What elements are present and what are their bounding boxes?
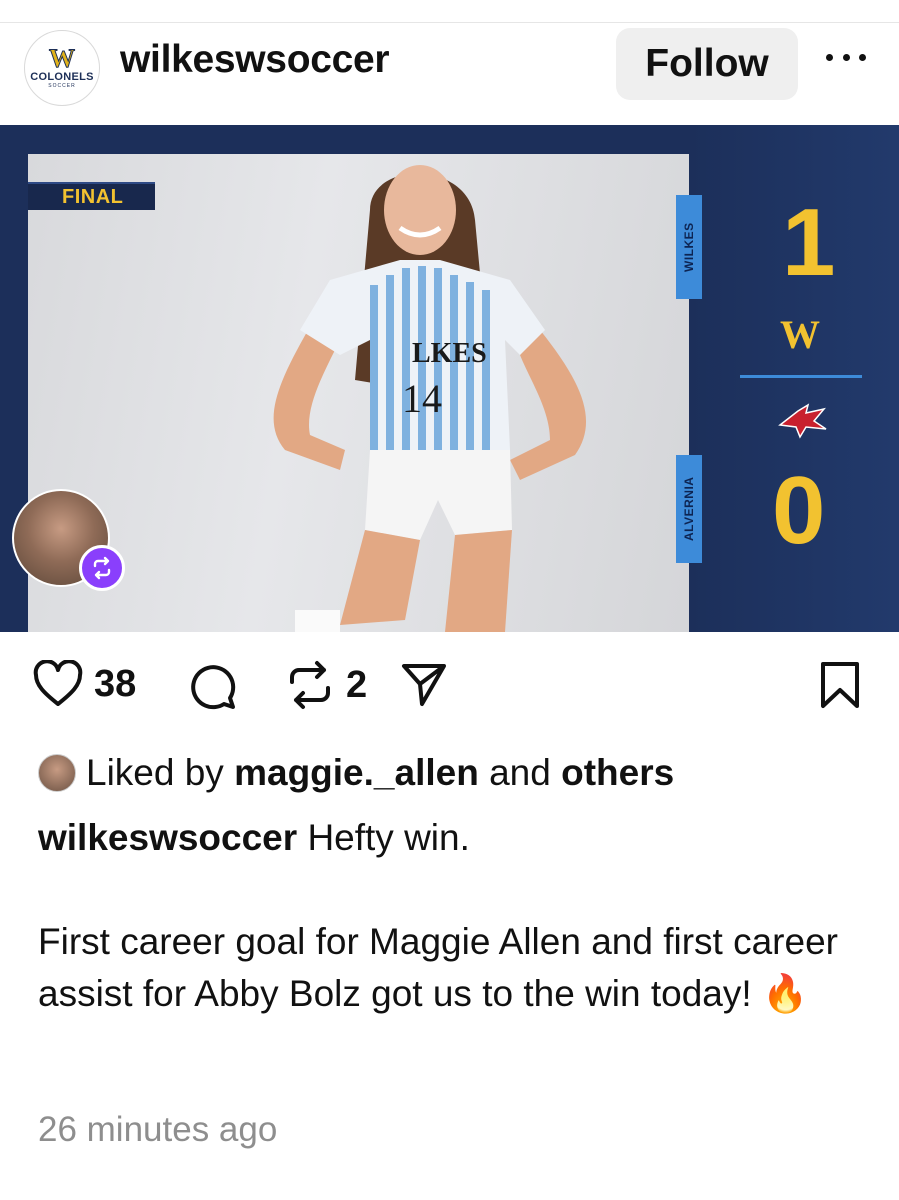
comment-icon[interactable] xyxy=(186,660,238,710)
post-header: W COLONELS SOCCER wilkeswsoccer Follow xyxy=(0,24,899,124)
more-options-icon[interactable] xyxy=(826,54,866,66)
save-action[interactable] xyxy=(818,660,862,710)
heart-icon[interactable] xyxy=(32,660,84,708)
liker-avatar[interactable] xyxy=(38,754,76,792)
post-timestamp: 26 minutes ago xyxy=(38,1110,278,1149)
like-action[interactable]: 38 xyxy=(32,660,136,708)
action-bar: 38 2 xyxy=(0,660,899,716)
score-divider xyxy=(740,375,862,378)
top-divider xyxy=(0,22,899,23)
svg-text:14: 14 xyxy=(402,376,442,421)
player-figure: LKES 14 xyxy=(273,165,587,632)
caption-author[interactable]: wilkeswsoccer xyxy=(38,817,297,858)
share-action[interactable] xyxy=(400,660,448,708)
repost-action[interactable]: 2 xyxy=(284,660,367,710)
svg-text:LKES: LKES xyxy=(412,338,487,369)
final-label: FINAL xyxy=(28,182,155,210)
logo-letter: W xyxy=(49,43,76,73)
caption-line1: Hefty win. xyxy=(307,817,470,858)
liked-by-prefix: Liked by xyxy=(86,752,224,793)
account-username[interactable]: wilkeswsoccer xyxy=(120,38,390,82)
likes-count[interactable]: 38 xyxy=(94,663,136,706)
home-team-logo: W xyxy=(780,312,820,357)
follow-button[interactable]: Follow xyxy=(616,28,798,100)
liked-by-line[interactable]: Liked by maggie._allen and others xyxy=(38,752,674,794)
account-avatar[interactable]: W COLONELS SOCCER xyxy=(24,30,100,106)
logo-text: COLONELS xyxy=(30,70,94,83)
repost-icon[interactable] xyxy=(284,660,336,710)
comment-action[interactable] xyxy=(186,660,238,710)
logo-subtext: SOCCER xyxy=(48,82,76,89)
alvernia-logo-icon xyxy=(778,403,827,439)
liked-by-middle: and xyxy=(489,752,551,793)
share-icon[interactable] xyxy=(400,660,448,708)
liked-by-others[interactable]: others xyxy=(561,752,674,794)
caption-line2: First career goal for Maggie Allen and f… xyxy=(38,921,838,1014)
liker-username[interactable]: maggie._allen xyxy=(234,752,479,794)
away-score: 0 xyxy=(772,457,826,564)
away-team-label: ALVERNIA xyxy=(676,455,702,563)
home-team-label: WILKES xyxy=(676,195,702,299)
repost-badge-icon[interactable] xyxy=(79,545,125,591)
post-caption: wilkeswsoccer Hefty win. First career go… xyxy=(38,812,878,1020)
bookmark-icon[interactable] xyxy=(818,660,862,710)
reposts-count[interactable]: 2 xyxy=(346,664,367,707)
post-media[interactable]: LKES 14 FINAL WILKES ALVERNIA 1 W 0 xyxy=(0,125,899,632)
home-score: 1 xyxy=(782,189,836,296)
